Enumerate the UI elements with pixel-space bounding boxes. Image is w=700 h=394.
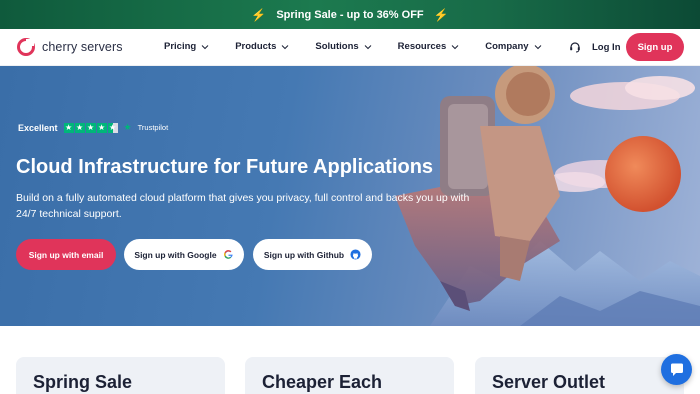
- nav-solutions[interactable]: Solutions: [315, 41, 372, 52]
- card-spring-sale[interactable]: Spring Sale: [16, 357, 225, 394]
- chevron-down-icon: [282, 44, 289, 49]
- nav-label: Solutions: [315, 41, 359, 52]
- signup-email-button[interactable]: Sign up with email: [16, 239, 116, 270]
- signup-button[interactable]: Sign up: [626, 33, 684, 61]
- chevron-down-icon: [201, 44, 209, 49]
- star-icon: ★: [96, 122, 107, 133]
- site-header: cherry servers Pricing Products Solution…: [0, 29, 700, 66]
- promo-cards-section: Spring Sale Cheaper Each Server Outlet: [0, 326, 700, 394]
- star-half-icon: ★: [107, 122, 118, 133]
- nav-resources[interactable]: Resources: [398, 41, 460, 52]
- nav-label: Products: [235, 41, 277, 52]
- rating-stars: ★ ★ ★ ★ ★: [63, 122, 118, 133]
- trustpilot-rating[interactable]: Excellent ★ ★ ★ ★ ★ ★ Trustpilot: [18, 122, 168, 133]
- lightning-icon: ⚡: [433, 7, 449, 22]
- chat-button[interactable]: [661, 354, 692, 385]
- card-title: Spring Sale: [33, 372, 133, 392]
- logo-text: cherry servers: [42, 40, 123, 54]
- nav-company[interactable]: Company: [485, 41, 541, 52]
- star-icon: ★: [74, 122, 85, 133]
- signup-google-button[interactable]: Sign up with Google: [124, 239, 244, 270]
- cherry-logo-icon: [17, 38, 35, 56]
- login-link[interactable]: Log In: [592, 42, 621, 53]
- chevron-down-icon: [534, 44, 541, 49]
- hero-title: Cloud Infrastructure for Future Applicat…: [16, 156, 434, 178]
- chevron-down-icon: [451, 44, 459, 49]
- signup-github-button[interactable]: Sign up with Github: [253, 239, 372, 270]
- hero-section: Excellent ★ ★ ★ ★ ★ ★ Trustpilot Cloud I…: [0, 66, 700, 326]
- nav-label: Company: [485, 41, 529, 52]
- promo-banner[interactable]: ⚡ Spring Sale - up to 36% OFF ⚡: [0, 0, 700, 29]
- button-label: Sign up with email: [28, 249, 104, 260]
- logo[interactable]: cherry servers: [16, 37, 123, 57]
- card-title: Cheaper Each: [262, 372, 383, 392]
- nav-pricing[interactable]: Pricing: [164, 41, 209, 52]
- rating-label: Excellent: [18, 122, 58, 133]
- promo-text[interactable]: Spring Sale - up to 36% OFF: [276, 9, 423, 21]
- nav-label: Pricing: [164, 41, 197, 52]
- star-icon: ★: [85, 122, 96, 133]
- nav-products[interactable]: Products: [235, 41, 289, 52]
- trustpilot-brand: Trustpilot: [137, 123, 169, 132]
- button-label: Sign up with Github: [263, 249, 345, 260]
- card-server-outlet[interactable]: Server Outlet: [475, 357, 684, 394]
- star-icon: ★: [63, 122, 74, 133]
- main-nav: Pricing Products Solutions Resources Com…: [164, 41, 568, 52]
- nav-label: Resources: [397, 41, 447, 52]
- card-title: Server Outlet: [492, 372, 606, 392]
- hero-subtitle: Build on a fully automated cloud platfor…: [16, 192, 470, 220]
- google-icon: [223, 250, 233, 259]
- button-label: Sign up with Google: [134, 249, 217, 260]
- lightning-icon: ⚡: [251, 7, 267, 22]
- card-cheaper-each[interactable]: Cheaper Each: [245, 357, 454, 394]
- headset-icon[interactable]: [569, 41, 581, 53]
- chevron-down-icon: [364, 44, 372, 49]
- chat-icon: [670, 363, 683, 376]
- trustpilot-logo-icon: ★: [123, 122, 132, 132]
- github-icon: [350, 249, 361, 260]
